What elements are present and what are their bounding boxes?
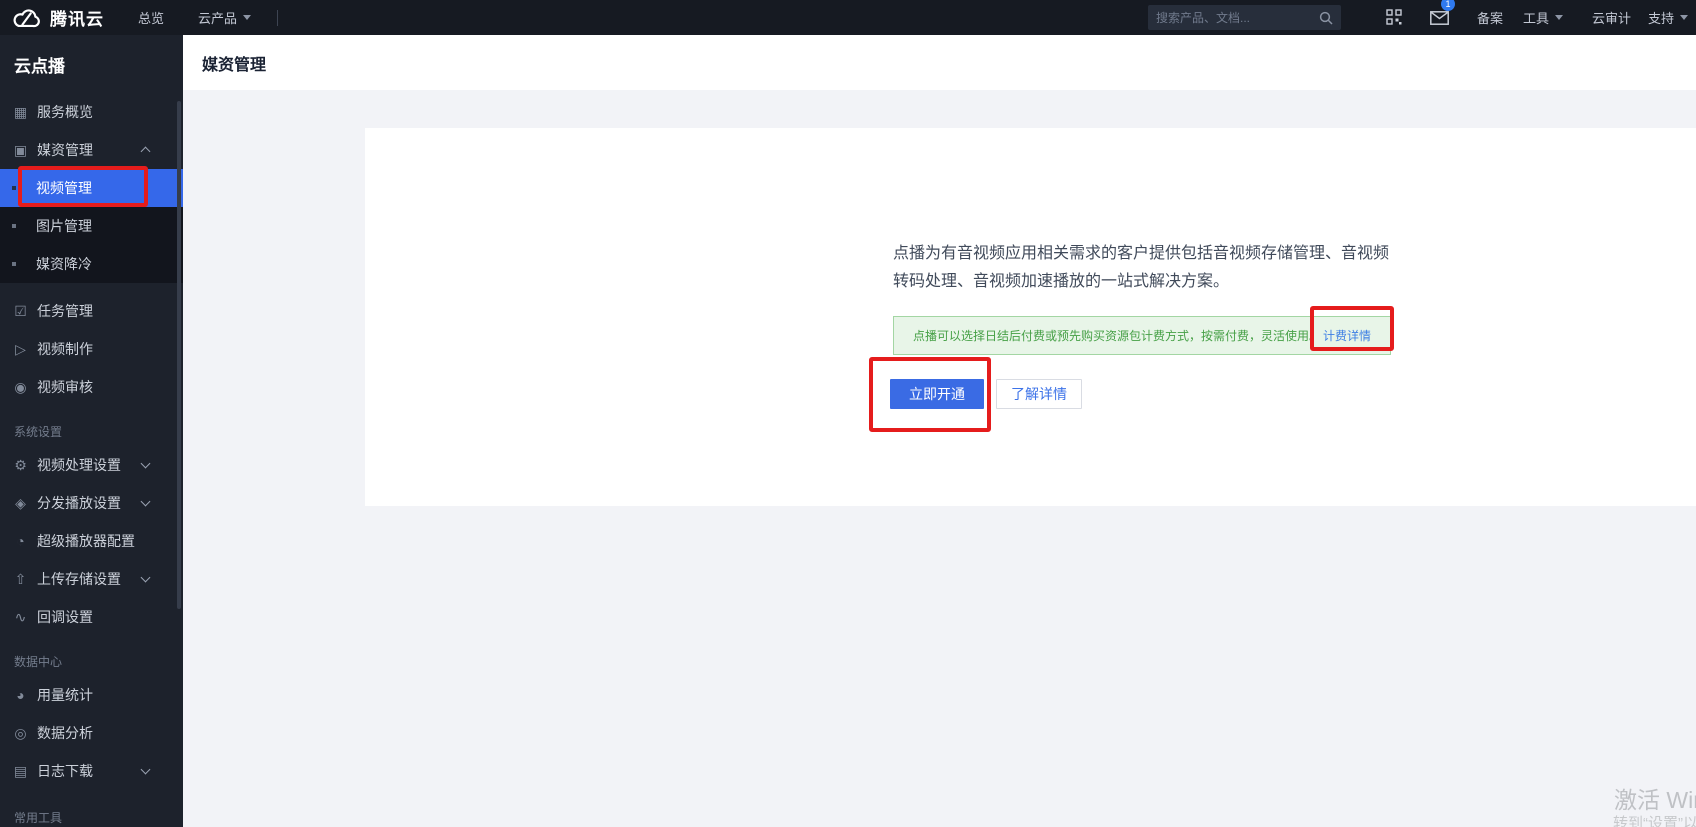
activate-now-button[interactable]: 立即开通	[890, 379, 984, 409]
chevron-down-icon	[243, 15, 252, 20]
action-buttons: 立即开通 了解详情	[890, 379, 1082, 409]
service-description-line1: 点播为有音视频应用相关需求的客户提供包括音视频存储管理、音视频	[893, 245, 1390, 262]
player-config-icon: ◔	[16, 533, 25, 549]
sidebar-item-usage-statistics[interactable]: ◕ 用量统计	[0, 676, 183, 714]
search-icon[interactable]	[1319, 11, 1333, 25]
sidebar-item-image-management[interactable]: 图片管理	[0, 207, 183, 245]
chevron-down-icon	[140, 764, 151, 775]
page-title: 媒资管理	[202, 56, 267, 74]
learn-more-button[interactable]: 了解详情	[996, 379, 1082, 409]
tencent-cloud-logo-icon	[13, 8, 40, 27]
upload-arrow-icon: ⇧	[14, 570, 27, 587]
nav-item-cloud-audit[interactable]: 云审计	[1592, 0, 1631, 35]
nav-item-tools[interactable]: 工具	[1523, 0, 1564, 35]
sidebar-item-service-overview[interactable]: ▦ 服务概览	[0, 93, 183, 131]
sidebar: 云点播 ▦ 服务概览 ▣ 媒资管理 视频管理 图片管理 媒资降冷 ☑ 任务管理 …	[0, 35, 183, 827]
sidebar-section-data-center: 数据中心	[14, 655, 63, 669]
bullet-icon	[12, 224, 16, 228]
sidebar-item-video-processing-settings[interactable]: ⚙ 视频处理设置	[0, 446, 183, 484]
bullet-icon	[12, 262, 16, 266]
search-input[interactable]	[1156, 10, 1319, 25]
sidebar-item-media-cooling[interactable]: 媒资降冷	[0, 245, 183, 283]
grid-icon: ▦	[13, 103, 28, 120]
nav-item-overview[interactable]: 总览	[138, 8, 164, 27]
sidebar-section-system-settings: 系统设置	[14, 425, 63, 439]
chevron-down-icon	[1680, 15, 1689, 20]
sidebar-item-media-management[interactable]: ▣ 媒资管理	[0, 131, 183, 169]
sidebar-item-log-download[interactable]: ▤ 日志下载	[0, 752, 183, 790]
nav-item-beian[interactable]: 备案	[1477, 0, 1503, 35]
sidebar-section-common-tools: 常用工具	[14, 811, 63, 825]
sidebar-item-data-analysis[interactable]: ◎ 数据分析	[0, 714, 183, 752]
brand-home-link[interactable]: 腾讯云	[12, 5, 104, 30]
billing-note-text: 点播可以选择日结后付费或预先购买资源包计费方式，按需付费，灵活使用。	[912, 329, 1321, 343]
bullet-icon	[12, 186, 16, 190]
chevron-down-icon	[1555, 15, 1564, 20]
pie-chart-icon: ◕	[16, 687, 25, 703]
chevron-down-icon	[140, 572, 151, 583]
review-circle-icon: ◉	[14, 378, 27, 395]
nav-item-support[interactable]: 支持	[1648, 0, 1689, 35]
service-description: 点播为有音视频应用相关需求的客户提供包括音视频存储管理、音视频 转码处理、音视频…	[893, 240, 1389, 296]
mail-badge: 1	[1441, 0, 1455, 11]
sidebar-item-super-player-config[interactable]: ◔ 超级播放器配置	[0, 522, 183, 560]
globe-icon: ◈	[15, 494, 26, 511]
chevron-up-icon	[140, 146, 151, 157]
search-box[interactable]	[1148, 5, 1341, 30]
sidebar-submenu-media: 视频管理 图片管理 媒资降冷	[0, 169, 183, 283]
mail-icon[interactable]	[1430, 11, 1449, 25]
chevron-down-icon	[140, 496, 151, 507]
billing-note: 点播可以选择日结后付费或预先购买资源包计费方式，按需付费，灵活使用。 计费详情	[893, 316, 1391, 355]
divider	[277, 9, 279, 26]
content-card: 点播为有音视频应用相关需求的客户提供包括音视频存储管理、音视频 转码处理、音视频…	[365, 128, 1696, 506]
sidebar-item-video-review[interactable]: ◉ 视频审核	[0, 368, 183, 406]
chevron-down-icon	[140, 458, 151, 469]
page-header: 媒资管理	[183, 35, 1696, 90]
gear-icon: ⚙	[14, 456, 27, 473]
brand-label: 腾讯云	[50, 10, 104, 29]
sidebar-scrollbar[interactable]	[177, 101, 181, 609]
calendar-icon: ▤	[13, 762, 28, 779]
analysis-circle-icon: ◎	[14, 724, 27, 741]
play-outline-icon: ▷	[15, 340, 26, 357]
sidebar-item-callback-settings[interactable]: ∿ 回调设置	[0, 598, 183, 636]
sidebar-item-distribution-playback-settings[interactable]: ◈ 分发播放设置	[0, 484, 183, 522]
windows-activation-watermark-line1: 激活 Windows	[1614, 787, 1696, 813]
qr-code-icon[interactable]	[1386, 9, 1402, 25]
callback-curve-icon: ∿	[14, 608, 27, 625]
windows-activation-watermark-line2: 转到“设置”以激活 Windows。	[1613, 815, 1696, 827]
sidebar-item-video-management[interactable]: 视频管理	[0, 169, 183, 207]
top-navbar: 腾讯云 总览 云产品 1 备案 工具 云审计 支持	[0, 0, 1696, 35]
sidebar-item-task-management[interactable]: ☑ 任务管理	[0, 292, 183, 330]
sidebar-product-title: 云点播	[14, 56, 65, 76]
sidebar-item-upload-storage-settings[interactable]: ⇧ 上传存储设置	[0, 560, 183, 598]
billing-details-link[interactable]: 计费详情	[1323, 327, 1371, 344]
sidebar-item-video-production[interactable]: ▷ 视频制作	[0, 330, 183, 368]
media-play-icon: ▣	[13, 141, 28, 158]
task-check-icon: ☑	[14, 302, 27, 319]
service-description-line2: 转码处理、音视频加速播放的一站式解决方案。	[893, 273, 1230, 290]
nav-item-cloud-products[interactable]: 云产品	[198, 8, 252, 27]
